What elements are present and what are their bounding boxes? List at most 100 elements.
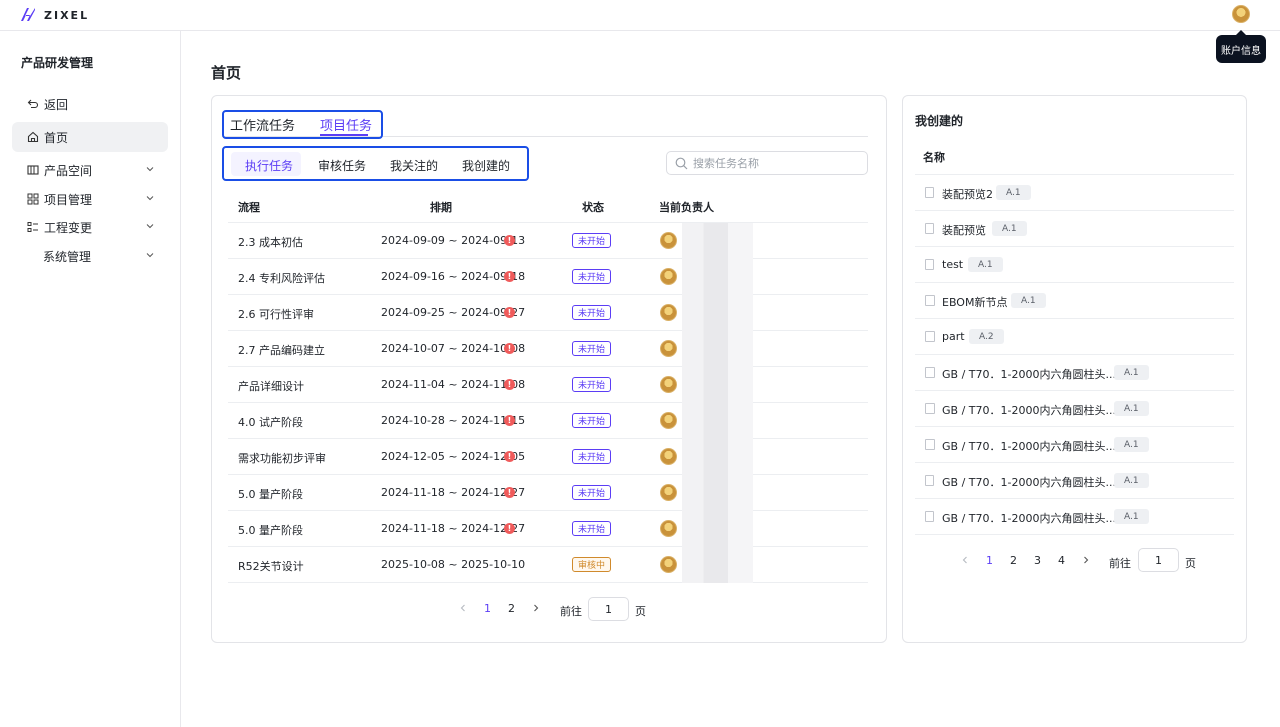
item-name[interactable]: GB / T70．1-2000内六角圆柱头... xyxy=(942,510,1116,526)
item-name[interactable]: GB / T70．1-2000内六角圆柱头... xyxy=(942,402,1116,418)
item-name[interactable]: 装配预览2 xyxy=(942,186,993,202)
item-name[interactable]: test xyxy=(942,258,963,271)
item-name[interactable]: part xyxy=(942,330,965,343)
page-3-button[interactable]: 3 xyxy=(1034,554,1041,567)
sidebar-item-system-management[interactable]: 系统管理 xyxy=(12,241,168,271)
account-avatar[interactable] xyxy=(1232,5,1250,23)
process-name[interactable]: 4.0 试产阶段 xyxy=(238,414,303,430)
next-page-icon[interactable] xyxy=(532,604,540,612)
page-1-button[interactable]: 1 xyxy=(484,602,491,615)
list-item[interactable]: GB / T70．1-2000内六角圆柱头... A.1 xyxy=(915,355,1234,391)
page-4-button[interactable]: 4 xyxy=(1058,554,1065,567)
page-suffix: 页 xyxy=(635,605,646,618)
avatar xyxy=(660,484,677,501)
table-row[interactable]: 产品详细设计 2024-11-04 ~ 2024-11-08 ! 未开始 xyxy=(228,367,868,403)
next-page-icon[interactable] xyxy=(1082,556,1090,564)
list-item[interactable]: GB / T70．1-2000内六角圆柱头... A.1 xyxy=(915,391,1234,427)
process-name[interactable]: 5.0 量产阶段 xyxy=(238,486,303,502)
version-badge: A.1 xyxy=(1114,401,1149,416)
page-1-button[interactable]: 1 xyxy=(986,554,993,567)
my-created-title: 我创建的 xyxy=(915,114,964,128)
list-item[interactable]: GB / T70．1-2000内六角圆柱头... A.1 xyxy=(915,427,1234,463)
process-name[interactable]: R52关节设计 xyxy=(238,558,304,574)
zixel-logo-icon xyxy=(21,8,35,21)
page-2-button[interactable]: 2 xyxy=(1010,554,1017,567)
process-name[interactable]: 2.3 成本初估 xyxy=(238,234,303,250)
process-name[interactable]: 2.7 产品编码建立 xyxy=(238,342,325,358)
subtab-review[interactable]: 审核任务 xyxy=(318,157,366,174)
sidebar-item-product-space[interactable]: 产品空间 xyxy=(12,155,168,185)
part-icon xyxy=(925,295,935,306)
part-icon xyxy=(925,331,935,342)
overdue-warning-icon: ! xyxy=(504,379,515,390)
process-name[interactable]: 需求功能初步评审 xyxy=(238,450,326,466)
list-item[interactable]: test A.1 xyxy=(915,247,1234,283)
goto-page-input[interactable]: 1 xyxy=(588,597,629,621)
prev-page-icon[interactable] xyxy=(459,604,467,612)
redacted-owner-name xyxy=(682,403,753,439)
redacted-owner-name xyxy=(682,547,753,583)
change-list-icon xyxy=(27,221,39,233)
sidebar-item-project-management[interactable]: 项目管理 xyxy=(12,184,168,214)
schedule: 2025-10-08 ~ 2025-10-10 xyxy=(381,558,526,571)
redacted-owner-name xyxy=(682,259,753,295)
process-name[interactable]: 5.0 量产阶段 xyxy=(238,522,303,538)
chevron-down-icon xyxy=(146,196,154,201)
goto-page-input[interactable]: 1 xyxy=(1138,548,1179,572)
item-name[interactable]: GB / T70．1-2000内六角圆柱头... xyxy=(942,366,1116,382)
list-item[interactable]: 装配预览 A.1 xyxy=(915,211,1234,247)
status-badge: 审核中 xyxy=(572,557,612,572)
overdue-warning-icon: ! xyxy=(504,415,515,426)
status-badge: 未开始 xyxy=(572,449,612,464)
table-row[interactable]: 4.0 试产阶段 2024-10-28 ~ 2024-11-15 ! 未开始 xyxy=(228,403,868,439)
search-input[interactable] xyxy=(693,156,853,170)
item-name[interactable]: 装配预览 xyxy=(942,222,986,238)
avatar xyxy=(660,232,677,249)
prev-page-icon[interactable] xyxy=(961,556,969,564)
status-badge: 未开始 xyxy=(572,341,612,356)
chevron-down-icon xyxy=(146,253,154,258)
sidebar-item-engineering-change[interactable]: 工程变更 xyxy=(12,212,168,242)
table-row[interactable]: 2.3 成本初估 2024-09-09 ~ 2024-09-13 ! 未开始 xyxy=(228,223,868,259)
subtab-following[interactable]: 我关注的 xyxy=(390,157,438,174)
item-name[interactable]: EBOM新节点 xyxy=(942,294,1007,310)
item-name[interactable]: GB / T70．1-2000内六角圆柱头... xyxy=(942,474,1116,490)
process-name[interactable]: 2.6 可行性评审 xyxy=(238,306,314,322)
list-item[interactable]: EBOM新节点 A.1 xyxy=(915,283,1234,319)
sidebar-item-home[interactable]: 首页 xyxy=(12,122,168,152)
document-icon xyxy=(925,511,934,522)
task-search[interactable] xyxy=(666,151,868,175)
version-badge: A.1 xyxy=(1114,509,1149,524)
table-row[interactable]: 2.6 可行性评审 2024-09-25 ~ 2024-09-27 ! 未开始 xyxy=(228,295,868,331)
page-2-button[interactable]: 2 xyxy=(508,602,515,615)
brand-logo[interactable]: ZIXEL xyxy=(18,5,89,25)
list-item[interactable]: GB / T70．1-2000内六角圆柱头... A.1 xyxy=(915,499,1234,535)
tab-project-tasks[interactable]: 项目任务 xyxy=(320,115,372,134)
overdue-warning-icon: ! xyxy=(504,271,515,282)
table-row[interactable]: 2.4 专利风险评估 2024-09-16 ~ 2024-09-18 ! 未开始 xyxy=(228,259,868,295)
version-badge: A.1 xyxy=(1114,365,1149,380)
item-name[interactable]: GB / T70．1-2000内六角圆柱头... xyxy=(942,438,1116,454)
overdue-warning-icon: ! xyxy=(504,451,515,462)
tab-workflow-tasks[interactable]: 工作流任务 xyxy=(230,115,295,134)
list-item[interactable]: part A.2 xyxy=(915,319,1234,355)
subtab-execute[interactable]: 执行任务 xyxy=(245,157,293,174)
list-item[interactable]: GB / T70．1-2000内六角圆柱头... A.1 xyxy=(915,463,1234,499)
table-row[interactable]: 需求功能初步评审 2024-12-05 ~ 2024-12-05 ! 未开始 xyxy=(228,439,868,475)
table-row[interactable]: 2.7 产品编码建立 2024-10-07 ~ 2024-10-08 ! 未开始 xyxy=(228,331,868,367)
version-badge: A.1 xyxy=(1114,473,1149,488)
list-item[interactable]: 装配预览2 A.1 xyxy=(915,175,1234,211)
table-row[interactable]: 5.0 量产阶段 2024-11-18 ~ 2024-12-27 ! 未开始 xyxy=(228,475,868,511)
process-name[interactable]: 2.4 专利风险评估 xyxy=(238,270,325,286)
sidebar-item-back[interactable]: 返回 xyxy=(12,89,168,119)
table-row[interactable]: R52关节设计 2025-10-08 ~ 2025-10-10 审核中 xyxy=(228,547,868,583)
avatar xyxy=(660,448,677,465)
process-name[interactable]: 产品详细设计 xyxy=(238,378,304,394)
version-badge: A.2 xyxy=(969,329,1004,344)
subtab-created[interactable]: 我创建的 xyxy=(462,157,510,174)
document-icon xyxy=(925,475,934,486)
home-icon xyxy=(27,131,39,143)
avatar xyxy=(660,268,677,285)
table-row[interactable]: 5.0 量产阶段 2024-11-18 ~ 2024-12-27 ! 未开始 xyxy=(228,511,868,547)
status-badge: 未开始 xyxy=(572,377,612,392)
